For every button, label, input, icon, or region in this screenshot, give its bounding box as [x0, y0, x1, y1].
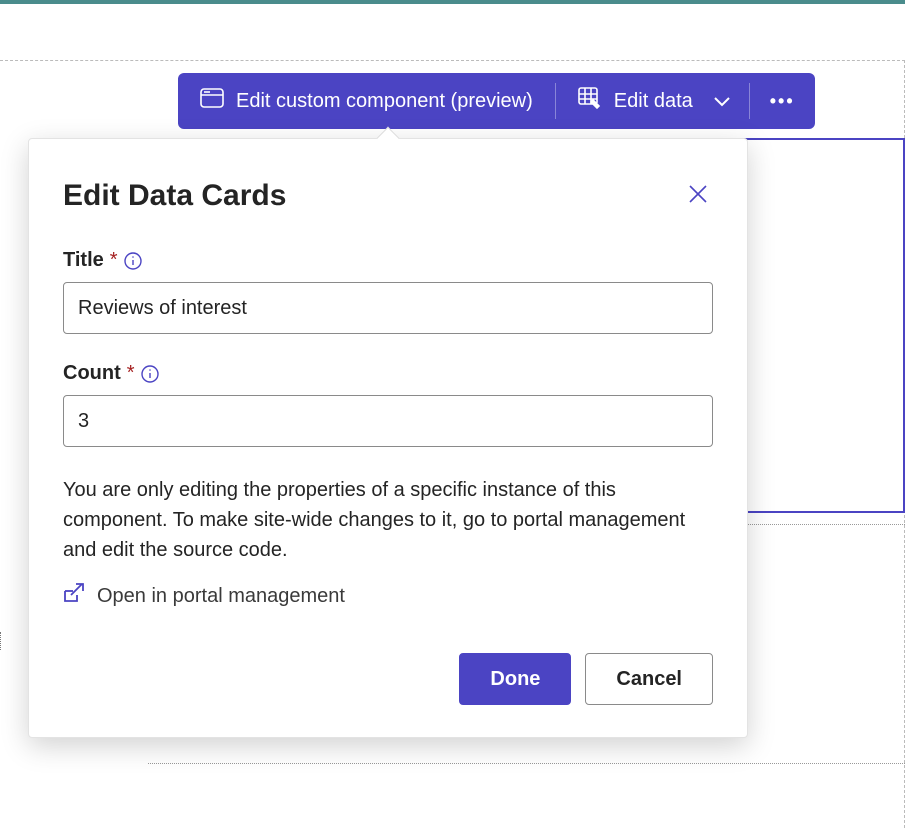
info-icon[interactable]	[141, 365, 159, 383]
more-icon: •••	[770, 91, 795, 111]
table-edit-icon	[578, 87, 602, 115]
toolbar-more-button[interactable]: •••	[760, 87, 805, 116]
edit-data-cards-modal: Edit Data Cards Title *	[28, 138, 748, 738]
close-modal-button[interactable]	[683, 179, 713, 212]
open-portal-management-link[interactable]: Open in portal management	[63, 583, 345, 609]
title-field: Title *	[63, 249, 713, 334]
modal-footer: Done Cancel	[63, 653, 713, 705]
toolbar-separator-2	[749, 83, 750, 119]
edit-component-label: Edit custom component (preview)	[236, 90, 533, 113]
modal-header: Edit Data Cards	[63, 179, 713, 213]
component-icon	[200, 88, 224, 114]
component-toolbar: Edit custom component (preview) Edit dat…	[178, 73, 815, 129]
required-asterisk: *	[110, 249, 118, 272]
toolbar-separator	[555, 83, 556, 119]
cancel-button-label: Cancel	[616, 668, 682, 690]
portal-link-text: Open in portal management	[97, 585, 345, 608]
dotted-marker-left	[0, 632, 1, 650]
required-asterisk: *	[127, 362, 135, 385]
edit-data-label: Edit data	[614, 90, 693, 113]
title-label: Title *	[63, 249, 713, 272]
count-label: Count *	[63, 362, 713, 385]
modal-help-text: You are only editing the properties of a…	[63, 475, 713, 565]
edit-data-dropdown[interactable]	[705, 86, 739, 117]
title-input[interactable]	[63, 282, 713, 334]
chevron-down-icon	[713, 90, 731, 112]
close-icon	[687, 193, 709, 208]
app-top-border	[0, 0, 905, 4]
cancel-button[interactable]: Cancel	[585, 653, 713, 705]
modal-title: Edit Data Cards	[63, 179, 286, 213]
done-button-label: Done	[490, 668, 540, 690]
count-field: Count *	[63, 362, 713, 447]
count-input[interactable]	[63, 395, 713, 447]
count-label-text: Count	[63, 362, 121, 385]
done-button[interactable]: Done	[459, 653, 571, 705]
edit-data-button[interactable]: Edit data	[566, 81, 705, 121]
edit-custom-component-button[interactable]: Edit custom component (preview)	[188, 82, 545, 120]
title-label-text: Title	[63, 249, 104, 272]
info-icon[interactable]	[124, 252, 142, 270]
open-external-icon	[63, 583, 85, 609]
